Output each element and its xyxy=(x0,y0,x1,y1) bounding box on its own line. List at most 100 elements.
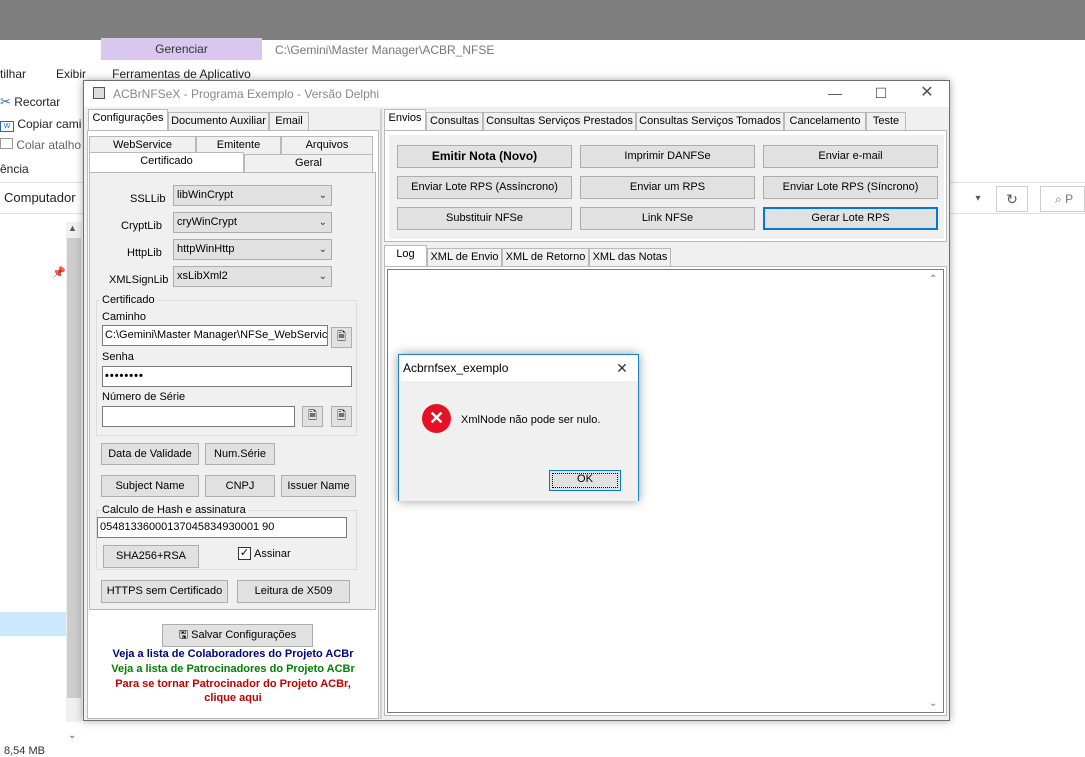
tab-teste[interactable]: Teste xyxy=(866,112,906,131)
log-scrollbar[interactable] xyxy=(927,270,943,712)
hash-group-title: Calculo de Hash e assinatura xyxy=(100,504,248,516)
copiar-caminho-command[interactable]: W Copiar cami xyxy=(0,117,81,132)
sha256-rsa-button[interactable]: SHA256+RSA xyxy=(103,545,199,568)
list-certificates-icon[interactable]: 🗎 xyxy=(331,406,352,427)
assinar-label: Assinar xyxy=(254,548,291,560)
copy-path-icon: W xyxy=(0,121,14,132)
data-validade-button[interactable]: Data de Validade xyxy=(101,443,199,465)
ok-button[interactable]: OK xyxy=(549,470,621,491)
tab-arquivos[interactable]: Arquivos xyxy=(281,136,373,155)
cryptlib-label: CryptLib xyxy=(121,220,162,232)
tab-cancelamento[interactable]: Cancelamento xyxy=(784,112,866,131)
substituir-nfse-button[interactable]: Substituir NFSe xyxy=(397,207,572,230)
search-input[interactable]: ⌕ P xyxy=(1040,186,1085,212)
ribbon-tab-ferramentas[interactable]: Ferramentas de Aplicativo xyxy=(101,60,262,81)
tab-certificado[interactable]: Certificado xyxy=(89,152,244,173)
leitura-x509-button[interactable]: Leitura de X509 xyxy=(237,580,350,603)
ssllib-select[interactable]: libWinCrypt ⌄ xyxy=(173,185,332,206)
scroll-down-icon[interactable]: ⌄ xyxy=(929,698,937,709)
numero-serie-input[interactable] xyxy=(102,406,295,427)
ribbon-tab-exibir[interactable]: Exibir xyxy=(56,67,86,81)
app-icon xyxy=(93,87,105,99)
tab-envios[interactable]: Envios xyxy=(384,109,426,130)
address-breadcrumb[interactable]: Computador xyxy=(4,190,76,205)
chevron-down-icon: ⌄ xyxy=(318,190,327,201)
link-nfse-button[interactable]: Link NFSe xyxy=(580,207,755,230)
error-dialog: Acbrnfsex_exemplo ✕ ✕ XmlNode não pode s… xyxy=(398,354,639,501)
link-patrocinadores[interactable]: Veja a lista de Patrocinadores do Projet… xyxy=(88,663,378,675)
colar-atalho-command[interactable]: Colar atalho xyxy=(0,138,81,152)
senha-input[interactable]: •••••••• xyxy=(102,366,352,387)
link-clique-aqui[interactable]: clique aqui xyxy=(88,692,378,704)
certificado-group-title: Certificado xyxy=(100,294,157,306)
close-icon[interactable]: ✕ xyxy=(904,81,950,107)
splitter[interactable] xyxy=(380,109,382,719)
senha-label: Senha xyxy=(102,351,134,363)
explorer-window-title: C:\Gemini\Master Manager\ACBR_NFSE xyxy=(275,43,495,57)
nav-scrollbar-thumb[interactable] xyxy=(67,238,81,698)
issuer-name-button[interactable]: Issuer Name xyxy=(281,475,356,497)
tab-geral[interactable]: Geral xyxy=(244,154,373,173)
subject-name-button[interactable]: Subject Name xyxy=(101,475,199,497)
caminho-label: Caminho xyxy=(102,311,147,323)
recortar-command[interactable]: ✂ Recortar xyxy=(0,94,60,110)
close-icon[interactable]: ✕ xyxy=(607,357,637,379)
httplib-select[interactable]: httpWinHttp ⌄ xyxy=(173,239,332,260)
scroll-up-icon[interactable]: ⌃ xyxy=(929,274,937,285)
browse-file-icon[interactable]: 🗎 xyxy=(331,327,352,348)
search-icon: ⌕ xyxy=(1055,192,1062,206)
tab-xml-notas[interactable]: XML das Notas xyxy=(589,248,671,267)
scissors-icon: ✂ xyxy=(0,94,11,109)
httplib-label: HttpLib xyxy=(127,247,162,259)
chevron-down-icon[interactable]: ⌄ xyxy=(68,730,76,741)
tab-xml-envio[interactable]: XML de Envio xyxy=(427,248,502,267)
paste-shortcut-icon xyxy=(0,138,13,149)
tab-consultas-prestados[interactable]: Consultas Serviços Prestados xyxy=(483,112,636,131)
gerar-lote-rps-button[interactable]: Gerar Lote RPS xyxy=(763,207,938,230)
dialog-message: XmlNode não pode ser nulo. xyxy=(461,414,601,426)
cryptlib-select[interactable]: cryWinCrypt ⌄ xyxy=(173,212,332,233)
desktop-top-bar xyxy=(0,0,1085,40)
link-colaboradores[interactable]: Veja a lista de Colaboradores do Projeto… xyxy=(88,648,378,660)
caminho-input[interactable]: C:\Gemini\Master Manager\NFSe_WebService xyxy=(102,325,328,346)
app-titlebar[interactable]: ACBrNFSeX - Programa Exemplo - Versão De… xyxy=(84,81,949,107)
tab-email[interactable]: Email xyxy=(269,112,309,131)
salvar-configuracoes-button[interactable]: 🖫 Salvar Configurações xyxy=(162,624,313,647)
enviar-um-rps-button[interactable]: Enviar um RPS xyxy=(580,176,755,199)
tab-xml-retorno[interactable]: XML de Retorno xyxy=(502,248,589,267)
tab-log[interactable]: Log xyxy=(384,245,427,266)
app-title: ACBrNFSeX - Programa Exemplo - Versão De… xyxy=(113,87,380,101)
imprimir-danfse-button[interactable]: Imprimir DANFSe xyxy=(580,145,755,168)
assinar-checkbox[interactable]: ✓ xyxy=(238,547,251,560)
pin-icon: 📌 xyxy=(52,267,66,279)
xmlsignlib-select[interactable]: xsLibXml2 ⌄ xyxy=(173,266,332,287)
num-serie-button[interactable]: Num.Série xyxy=(205,443,275,465)
enviar-email-button[interactable]: Enviar e-mail xyxy=(763,145,938,168)
dialog-titlebar[interactable]: Acbrnfsex_exemplo ✕ xyxy=(399,355,638,381)
tab-configuracoes[interactable]: Configurações xyxy=(88,109,168,130)
chevron-down-icon: ⌄ xyxy=(318,244,327,255)
nav-selected-item[interactable] xyxy=(0,612,66,636)
dialog-title: Acbrnfsex_exemplo xyxy=(403,361,509,375)
link-tornar-patrocinador[interactable]: Para se tornar Patrocinador do Projeto A… xyxy=(88,678,378,690)
status-file-size: 8,54 MB xyxy=(4,745,45,757)
emitir-nota-button[interactable]: Emitir Nota (Novo) xyxy=(397,145,572,168)
refresh-icon[interactable]: ↻ xyxy=(996,186,1028,212)
chevron-down-icon: ⌄ xyxy=(318,217,327,228)
chevron-down-icon[interactable]: ▾ xyxy=(960,186,996,212)
tab-consultas[interactable]: Consultas xyxy=(426,112,483,131)
tab-consultas-tomados[interactable]: Consultas Serviços Tomados xyxy=(636,112,784,131)
maximize-icon[interactable]: ☐ xyxy=(858,81,904,107)
ribbon-tab-gerenciar[interactable]: Gerenciar xyxy=(101,38,262,60)
hash-input[interactable]: 05481336000137045834930001 90 xyxy=(97,517,347,538)
enviar-lote-sincrono-button[interactable]: Enviar Lote RPS (Síncrono) xyxy=(763,176,938,199)
cnpj-button[interactable]: CNPJ xyxy=(205,475,275,497)
select-certificate-icon[interactable]: 🗎 xyxy=(302,406,323,427)
minimize-icon[interactable]: — xyxy=(812,81,858,107)
scroll-up-icon[interactable]: ▲ xyxy=(68,223,77,233)
error-icon: ✕ xyxy=(422,404,451,433)
tab-documento-auxiliar[interactable]: Documento Auxiliar xyxy=(168,112,269,131)
enviar-lote-assincrono-button[interactable]: Enviar Lote RPS (Assíncrono) xyxy=(397,176,572,199)
https-sem-certificado-button[interactable]: HTTPS sem Certificado xyxy=(101,580,228,603)
ribbon-tab-compartilhar[interactable]: tilhar xyxy=(0,67,26,81)
